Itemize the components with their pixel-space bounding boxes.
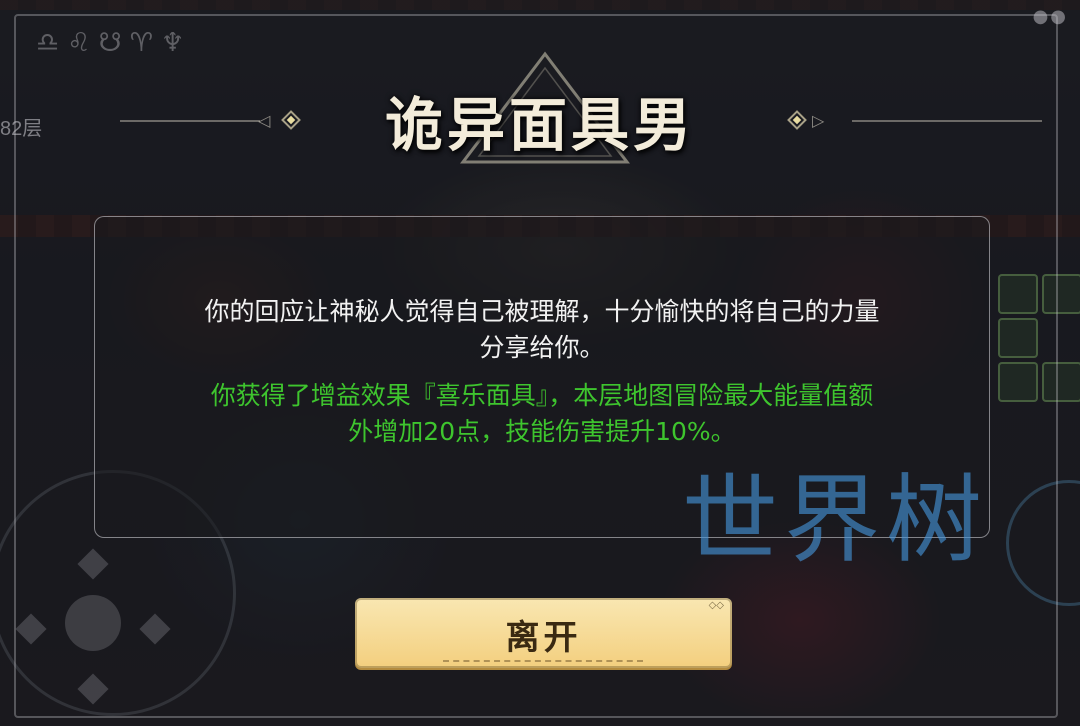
leave-button[interactable]: 离开 ◇◇	[355, 598, 732, 668]
left-arrow-ornament-icon: ◁	[258, 111, 271, 130]
leave-button-label: 离开	[505, 618, 582, 658]
description-line: 你的回应让神秘人觉得自己被理解，十分愉快的将自己的力量	[204, 297, 880, 326]
event-reward-text: 你获得了增益效果『喜乐面具』，本层地图冒险最大能量值额 外增加20点，技能伤害提…	[110, 378, 974, 450]
event-description: 你的回应让神秘人觉得自己被理解，十分愉快的将自己的力量 分享给你。	[110, 294, 974, 366]
event-title: 诡异面具男	[384, 91, 695, 159]
rune-symbols-icon: ♎♌☋♈♆	[36, 28, 193, 58]
title-divider-right	[852, 120, 1042, 122]
button-underline-ornament	[443, 660, 643, 662]
title-divider-left	[120, 120, 260, 122]
right-arrow-ornament-icon: ▷	[812, 111, 825, 130]
button-corner-ornament-icon: ◇◇	[708, 600, 724, 611]
floor-label: 82层	[0, 118, 43, 140]
watermark: 世界树	[682, 464, 988, 576]
reward-line: 你获得了增益效果『喜乐面具』，本层地图冒险最大能量值额	[210, 381, 874, 410]
description-line: 分享给你。	[479, 333, 605, 362]
